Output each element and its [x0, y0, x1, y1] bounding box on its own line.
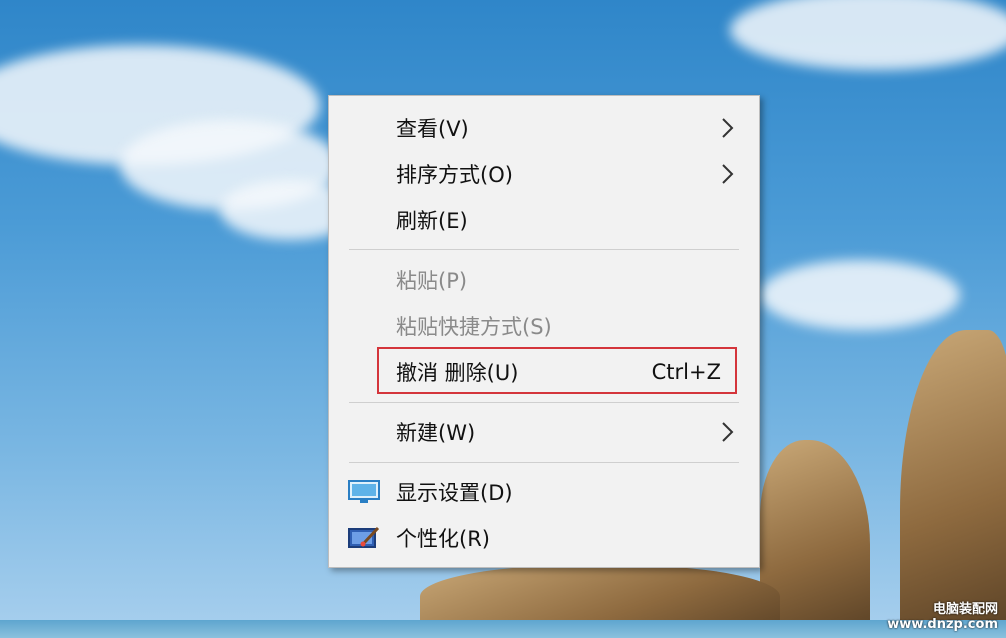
menu-item-label: 粘贴(P) [396, 269, 468, 293]
menu-item-label: 刷新(E) [396, 209, 468, 233]
menu-item-sort-by[interactable]: 排序方式(O) [329, 152, 759, 196]
menu-item-new[interactable]: 新建(W) [329, 410, 759, 454]
sea [0, 620, 1006, 638]
menu-item-paste[interactable]: 粘贴(P) [329, 258, 759, 302]
display-settings-icon [348, 480, 380, 503]
personalize-icon [348, 526, 380, 548]
highlight-box [377, 347, 737, 394]
menu-item-refresh[interactable]: 刷新(E) [329, 198, 759, 242]
menu-item-label: 排序方式(O) [396, 163, 513, 187]
chevron-right-icon [722, 118, 734, 138]
menu-item-label: 查看(V) [396, 117, 469, 141]
menu-item-paste-shortcut[interactable]: 粘贴快捷方式(S) [329, 304, 759, 348]
rock-formation [900, 330, 1006, 630]
menu-item-label: 新建(W) [396, 421, 476, 445]
menu-separator [349, 462, 739, 463]
watermark-title: 电脑装配网 [932, 602, 998, 617]
menu-item-label: 粘贴快捷方式(S) [396, 315, 552, 339]
menu-item-personalize[interactable]: 个性化(R) [329, 516, 759, 560]
menu-item-label: 显示设置(D) [396, 481, 513, 505]
menu-item-label: 个性化(R) [396, 527, 490, 551]
cloud [760, 260, 960, 330]
watermark-url: www.dnzp.com [887, 617, 998, 632]
chevron-right-icon [722, 422, 734, 442]
watermark: 电脑装配网 www.dnzp.com [887, 602, 998, 632]
menu-separator [349, 402, 739, 403]
cloud [730, 0, 1006, 70]
menu-item-view[interactable]: 查看(V) [329, 106, 759, 150]
menu-separator [349, 249, 739, 250]
menu-item-display-settings[interactable]: 显示设置(D) [329, 470, 759, 514]
desktop-context-menu: 查看(V) 排序方式(O) 刷新(E) 粘贴(P) 粘贴快捷方式(S) 撤消 删… [328, 95, 760, 568]
chevron-right-icon [722, 164, 734, 184]
